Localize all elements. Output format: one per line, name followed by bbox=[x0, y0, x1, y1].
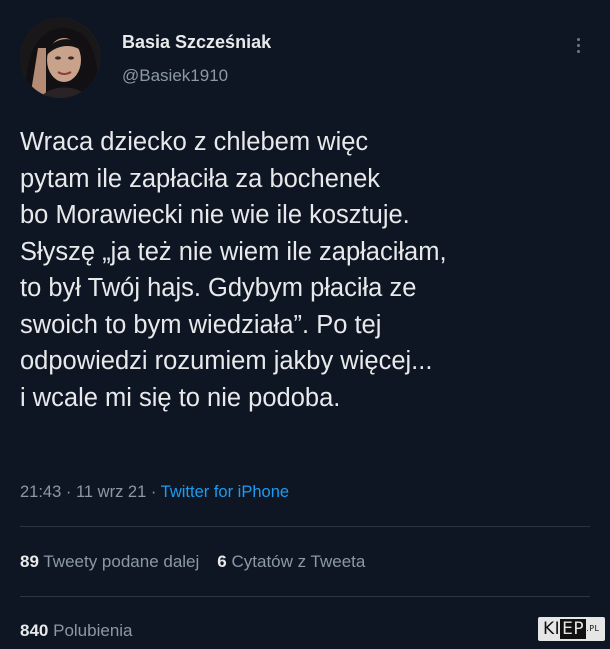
author-handle[interactable]: @Basiek1910 bbox=[122, 66, 228, 86]
tweet-text-line: Wraca dziecko z chlebem więc bbox=[20, 128, 369, 156]
tweet-text-line: Słyszę „ja też nie wiem ile zapłaciłam, bbox=[20, 237, 447, 266]
meta-separator: · bbox=[146, 483, 161, 501]
likes-stats: 840 Polubienia bbox=[20, 621, 133, 641]
tweet-text-line: pytam ile zapłaciła za bochenek bbox=[20, 164, 381, 193]
likes-label: Polubienia bbox=[53, 621, 133, 640]
watermark-k: K bbox=[543, 619, 555, 639]
retweets-link[interactable]: 89 Tweety podane dalej bbox=[20, 552, 199, 571]
more-vertical-icon[interactable] bbox=[566, 30, 590, 60]
avatar[interactable] bbox=[20, 18, 100, 98]
retweets-label: Tweety podane dalej bbox=[43, 552, 200, 571]
tweet-meta: 21:43 · 11 wrz 21 · Twitter for iPhone bbox=[20, 483, 289, 502]
tweet: Basia Szcześniak @Basiek1910 Wraca dziec… bbox=[0, 0, 610, 649]
avatar-image bbox=[20, 18, 100, 98]
author-name[interactable]: Basia Szcześniak bbox=[122, 32, 271, 53]
retweet-stats: 89 Tweety podane dalej 6 Cytatów z Tweeta bbox=[20, 552, 365, 572]
tweet-text-line: swoich to bym wiedziała”. Po tej bbox=[20, 310, 382, 339]
tweet-text-line: bo Morawiecki nie wie ile kosztuje. bbox=[20, 201, 410, 229]
likes-link[interactable]: 840 Polubienia bbox=[20, 621, 133, 640]
tweet-time[interactable]: 21:43 bbox=[20, 483, 61, 501]
likes-count: 840 bbox=[20, 621, 49, 640]
tweet-text-line: odpowiedzi rozumiem jakby więcej... bbox=[20, 347, 433, 375]
kiep-watermark-logo: KI EP .PL bbox=[538, 617, 605, 641]
retweets-count: 89 bbox=[20, 552, 39, 571]
watermark-pl: .PL bbox=[586, 624, 600, 633]
tweet-source-link[interactable]: Twitter for iPhone bbox=[161, 483, 289, 501]
watermark-ep: EP bbox=[560, 619, 587, 639]
quotes-label: Cytatów z Tweeta bbox=[231, 552, 366, 571]
meta-separator: · bbox=[61, 483, 76, 501]
tweet-text: Wraca dziecko z chlebem więc pytam ile z… bbox=[20, 124, 605, 416]
tweet-date[interactable]: 11 wrz 21 bbox=[76, 483, 146, 501]
quotes-link[interactable]: 6 Cytatów z Tweeta bbox=[217, 552, 365, 571]
divider bbox=[20, 526, 590, 527]
quotes-count: 6 bbox=[217, 552, 227, 571]
divider bbox=[20, 596, 590, 597]
tweet-text-line: i wcale mi się to nie podoba. bbox=[20, 383, 341, 412]
tweet-text-line: to był Twój hajs. Gdybym płaciła ze bbox=[20, 274, 417, 302]
